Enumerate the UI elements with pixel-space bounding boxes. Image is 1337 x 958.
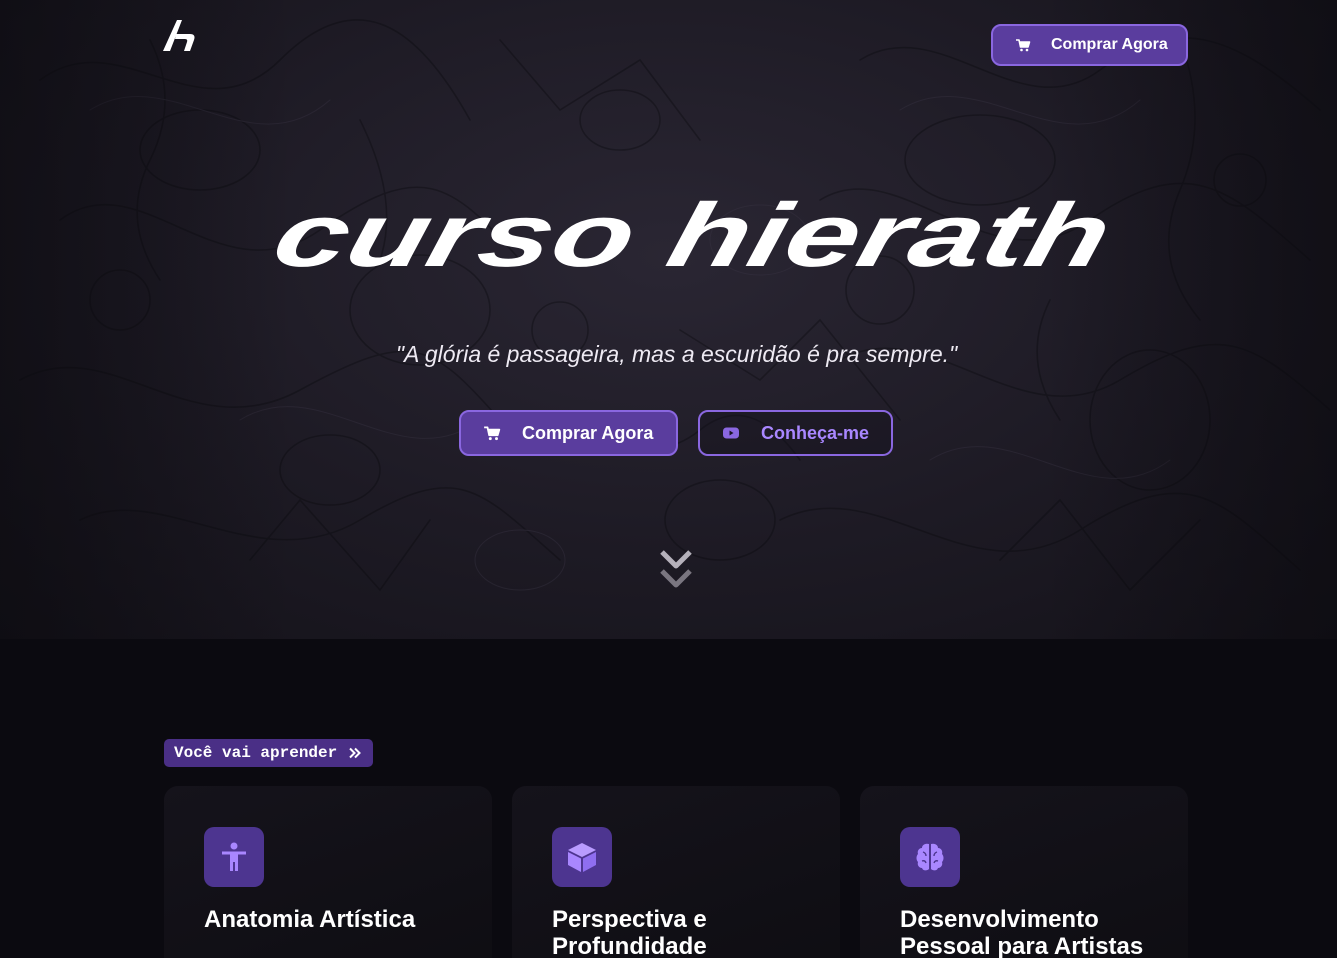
learn-card-anatomy: Anatomia Artística <box>164 786 492 958</box>
hero-vignette <box>0 0 1337 639</box>
cart-icon <box>484 426 501 441</box>
learn-tag-label: Você vai aprender <box>174 744 338 762</box>
card-title: Anatomia Artística <box>204 906 416 933</box>
nav-buy-button[interactable]: Comprar Agora <box>991 24 1188 66</box>
hero-buy-label: Comprar Agora <box>522 422 654 443</box>
human-figure-icon <box>222 842 246 871</box>
cube-icon <box>568 843 596 872</box>
hero-know-me-label: Conheça-me <box>761 422 870 443</box>
learn-card-perspective: Perspectiva e Profundidade <box>512 786 840 958</box>
cart-icon <box>1016 39 1031 52</box>
card-icon-box <box>552 827 612 887</box>
learn-section-tag: Você vai aprender <box>164 739 373 767</box>
card-icon-box <box>204 827 264 887</box>
hierath-logo[interactable] <box>163 20 199 51</box>
hero-know-me-button[interactable]: Conheça-me <box>698 410 893 456</box>
hero-section: Comprar Agora curso hierath "A glória é … <box>0 0 1337 639</box>
brain-icon <box>916 843 944 871</box>
youtube-icon <box>723 427 739 439</box>
double-chevron-right-icon <box>349 747 362 759</box>
nav-buy-label: Comprar Agora <box>1051 36 1168 53</box>
double-chevron-down-icon[interactable] <box>659 549 693 593</box>
hero-buy-button[interactable]: Comprar Agora <box>459 410 678 456</box>
card-title: Perspectiva e Profundidade <box>552 906 707 958</box>
hero-quote: "A glória é passageira, mas a escuridão … <box>395 341 958 367</box>
learn-card-personal-development: Desenvolvimento Pessoal para Artistas <box>860 786 1188 958</box>
card-icon-box <box>900 827 960 887</box>
title-text: curso hierath <box>266 190 1106 286</box>
card-title: Desenvolvimento Pessoal para Artistas <box>900 906 1144 958</box>
page-title: curso hierath <box>266 190 1106 286</box>
